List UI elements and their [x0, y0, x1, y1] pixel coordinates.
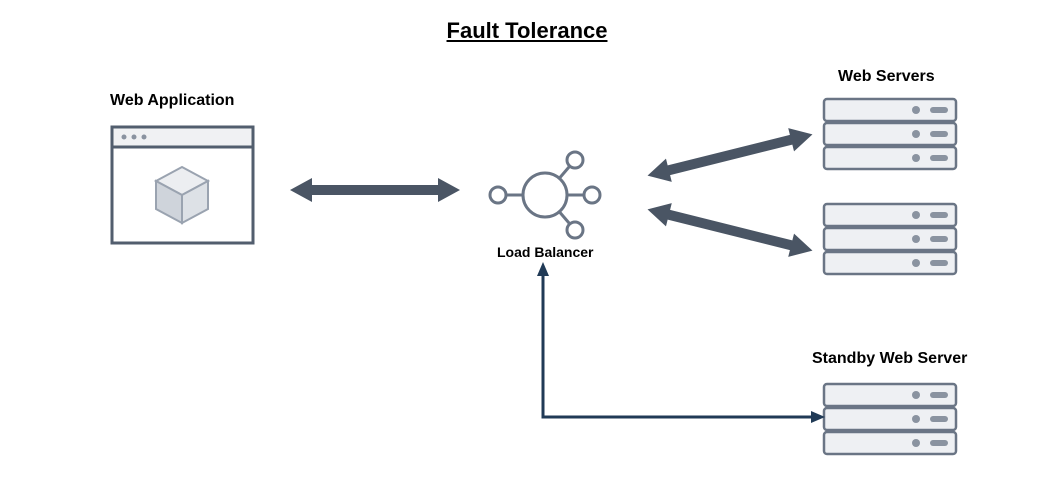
arrow-webapp-lb — [290, 175, 460, 205]
load-balancer-icon — [470, 145, 620, 245]
arrow-lb-servers-2 — [645, 195, 815, 265]
server-stack-icon — [820, 95, 960, 175]
diagram-canvas: Fault Tolerance Web Application Web Serv… — [0, 0, 1054, 504]
node-label-standby: Standby Web Server — [812, 350, 967, 368]
node-label-load-balancer: Load Balancer — [497, 244, 593, 260]
server-stack-icon — [820, 200, 960, 280]
arrow-lb-standby — [535, 262, 825, 432]
server-stack-icon — [820, 380, 960, 460]
node-label-web-servers: Web Servers — [838, 68, 935, 86]
arrow-lb-servers-1 — [645, 120, 815, 190]
node-label-web-app: Web Application — [110, 92, 234, 110]
web-app-icon — [110, 125, 255, 245]
diagram-title: Fault Tolerance — [0, 18, 1054, 44]
